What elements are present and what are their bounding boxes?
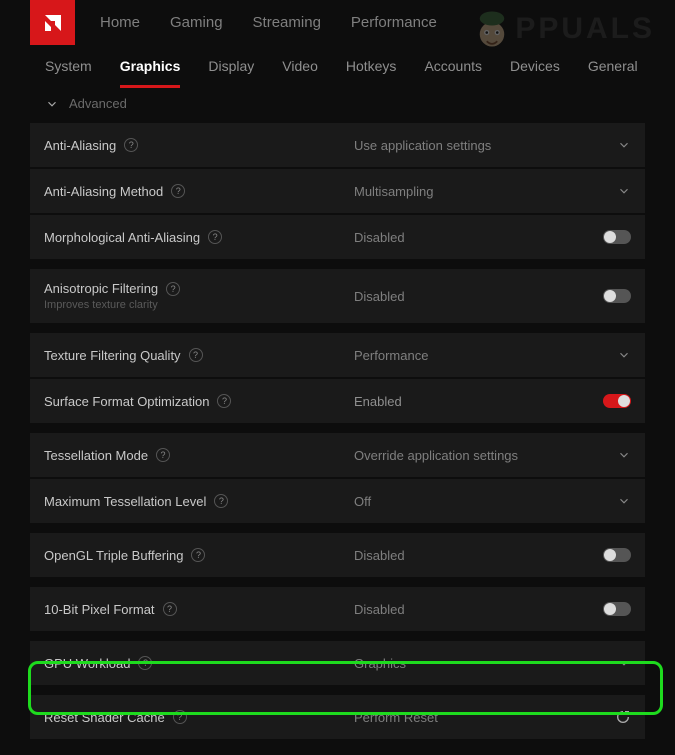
toggle-anisotropic-filtering[interactable] bbox=[603, 289, 631, 303]
setting-anisotropic-filtering: Anisotropic Filtering ? Improves texture… bbox=[30, 269, 645, 323]
amd-arrow-icon bbox=[41, 11, 65, 35]
setting-surface-format-optimization: Surface Format Optimization ? Enabled bbox=[30, 379, 645, 423]
help-icon[interactable]: ? bbox=[217, 394, 231, 408]
help-icon[interactable]: ? bbox=[166, 282, 180, 296]
help-icon[interactable]: ? bbox=[171, 184, 185, 198]
setting-label: Surface Format Optimization bbox=[44, 394, 209, 409]
dropdown-anti-aliasing[interactable]: Use application settings bbox=[354, 138, 631, 153]
toggle-opengl-triple-buffering[interactable] bbox=[603, 548, 631, 562]
setting-label: OpenGL Triple Buffering bbox=[44, 548, 183, 563]
dropdown-gpu-workload[interactable]: Graphics bbox=[354, 656, 631, 671]
toggle-10bit-pixel-format[interactable] bbox=[603, 602, 631, 616]
setting-morphological-aa: Morphological Anti-Aliasing ? Disabled bbox=[30, 215, 645, 259]
setting-value: Disabled bbox=[354, 230, 405, 245]
chevron-down-icon bbox=[617, 494, 631, 508]
setting-texture-filtering-quality: Texture Filtering Quality ? Performance bbox=[30, 333, 645, 377]
setting-label: Tessellation Mode bbox=[44, 448, 148, 463]
tab-devices[interactable]: Devices bbox=[510, 58, 560, 78]
dropdown-texture-filtering-quality[interactable]: Performance bbox=[354, 348, 631, 363]
setting-label: Anisotropic Filtering bbox=[44, 281, 158, 296]
section-label: Advanced bbox=[69, 96, 127, 111]
help-icon[interactable]: ? bbox=[189, 348, 203, 362]
setting-gpu-workload: GPU Workload ? Graphics bbox=[30, 641, 645, 685]
chevron-down-icon bbox=[617, 448, 631, 462]
setting-value: Override application settings bbox=[354, 448, 518, 463]
help-icon[interactable]: ? bbox=[138, 656, 152, 670]
amd-logo[interactable] bbox=[30, 0, 75, 45]
nav-streaming[interactable]: Streaming bbox=[253, 14, 321, 31]
setting-value: Disabled bbox=[354, 602, 405, 617]
setting-tessellation-mode: Tessellation Mode ? Override application… bbox=[30, 433, 645, 477]
setting-anti-aliasing-method: Anti-Aliasing Method ? Multisampling bbox=[30, 169, 645, 213]
setting-label: GPU Workload bbox=[44, 656, 130, 671]
tab-accounts[interactable]: Accounts bbox=[424, 58, 482, 78]
nav-performance[interactable]: Performance bbox=[351, 14, 437, 31]
tab-video[interactable]: Video bbox=[282, 58, 318, 78]
setting-label: Maximum Tessellation Level bbox=[44, 494, 206, 509]
dropdown-max-tessellation-level[interactable]: Off bbox=[354, 494, 631, 509]
tab-graphics[interactable]: Graphics bbox=[120, 58, 181, 78]
tab-display[interactable]: Display bbox=[208, 58, 254, 78]
reset-icon[interactable] bbox=[615, 709, 631, 725]
setting-label: Texture Filtering Quality bbox=[44, 348, 181, 363]
setting-value: Performance bbox=[354, 348, 428, 363]
setting-value: Perform Reset bbox=[354, 710, 438, 725]
setting-label: Morphological Anti-Aliasing bbox=[44, 230, 200, 245]
setting-value: Use application settings bbox=[354, 138, 491, 153]
setting-label: Anti-Aliasing Method bbox=[44, 184, 163, 199]
settings-list: Anti-Aliasing ? Use application settings… bbox=[0, 123, 675, 739]
setting-anti-aliasing: Anti-Aliasing ? Use application settings bbox=[30, 123, 645, 167]
help-icon[interactable]: ? bbox=[214, 494, 228, 508]
nav-home[interactable]: Home bbox=[100, 14, 140, 31]
setting-opengl-triple-buffering: OpenGL Triple Buffering ? Disabled bbox=[30, 533, 645, 577]
chevron-down-icon bbox=[617, 184, 631, 198]
dropdown-anti-aliasing-method[interactable]: Multisampling bbox=[354, 184, 631, 199]
setting-value: Multisampling bbox=[354, 184, 433, 199]
chevron-down-icon bbox=[617, 348, 631, 362]
help-icon[interactable]: ? bbox=[208, 230, 222, 244]
tab-system[interactable]: System bbox=[45, 58, 92, 78]
help-icon[interactable]: ? bbox=[191, 548, 205, 562]
toggle-morphological-aa[interactable] bbox=[603, 230, 631, 244]
chevron-down-icon bbox=[617, 138, 631, 152]
setting-max-tessellation-level: Maximum Tessellation Level ? Off bbox=[30, 479, 645, 523]
help-icon[interactable]: ? bbox=[124, 138, 138, 152]
section-advanced-header[interactable]: Advanced bbox=[0, 96, 675, 111]
setting-value: Graphics bbox=[354, 656, 406, 671]
chevron-down-icon bbox=[617, 656, 631, 670]
nav-gaming[interactable]: Gaming bbox=[170, 14, 223, 31]
setting-value: Off bbox=[354, 494, 371, 509]
setting-value: Enabled bbox=[354, 394, 402, 409]
secondary-nav: System Graphics Display Video Hotkeys Ac… bbox=[0, 45, 675, 90]
help-icon[interactable]: ? bbox=[156, 448, 170, 462]
help-icon[interactable]: ? bbox=[173, 710, 187, 724]
primary-nav: Home Gaming Streaming Performance bbox=[0, 0, 675, 45]
help-icon[interactable]: ? bbox=[163, 602, 177, 616]
setting-label: Reset Shader Cache bbox=[44, 710, 165, 725]
tab-hotkeys[interactable]: Hotkeys bbox=[346, 58, 397, 78]
toggle-surface-format-optimization[interactable] bbox=[603, 394, 631, 408]
dropdown-tessellation-mode[interactable]: Override application settings bbox=[354, 448, 631, 463]
tab-general[interactable]: General bbox=[588, 58, 638, 78]
chevron-down-icon bbox=[45, 97, 59, 111]
setting-value: Disabled bbox=[354, 289, 405, 304]
setting-reset-shader-cache: Reset Shader Cache ? Perform Reset bbox=[30, 695, 645, 739]
setting-10bit-pixel-format: 10-Bit Pixel Format ? Disabled bbox=[30, 587, 645, 631]
setting-value: Disabled bbox=[354, 548, 405, 563]
setting-label: Anti-Aliasing bbox=[44, 138, 116, 153]
setting-label: 10-Bit Pixel Format bbox=[44, 602, 155, 617]
setting-sublabel: Improves texture clarity bbox=[44, 299, 354, 311]
